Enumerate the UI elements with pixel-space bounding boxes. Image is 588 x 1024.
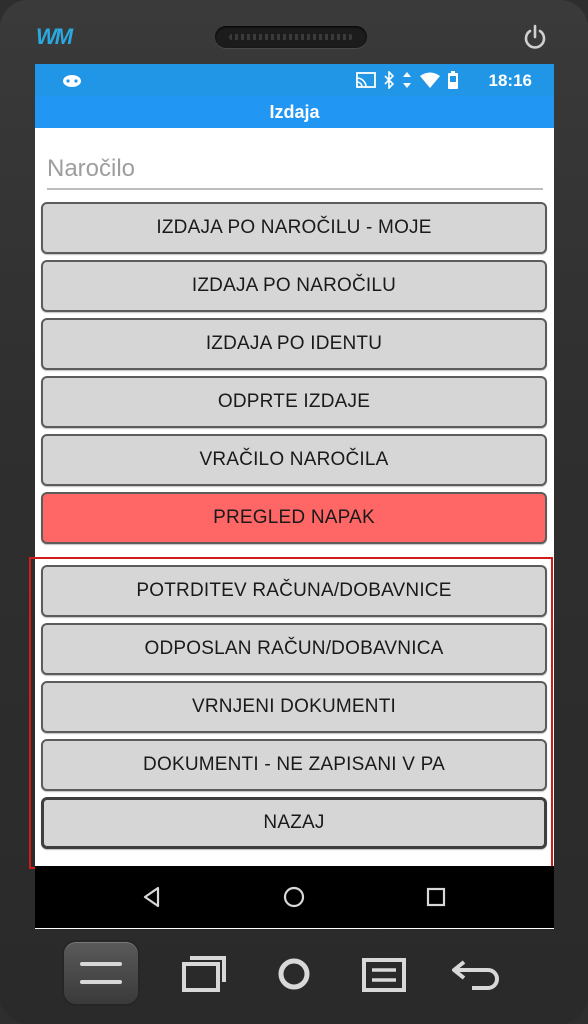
gamepad-icon [63,75,81,87]
highlight-box [29,557,553,869]
issue-by-order-mine-button[interactable]: IZDAJA PO NAROČILU - MOJE [41,202,547,254]
error-review-button[interactable]: PREGLED NAPAK [41,492,547,544]
status-bar: 18:16 [35,64,554,96]
recents-square-icon[interactable] [423,884,449,910]
data-arrows-icon [403,72,411,88]
order-return-button[interactable]: VRAČILO NAROČILA [41,434,547,486]
power-icon[interactable] [520,22,550,52]
app-bar-title: Izdaja [35,96,554,128]
list-icon[interactable] [356,948,412,1000]
system-nav-bar [35,866,554,928]
issue-by-order-button[interactable]: IZDAJA PO NAROČILU [41,260,547,312]
back-triangle-icon[interactable] [139,884,165,910]
order-number-input[interactable] [47,150,543,190]
issue-by-ident-button[interactable]: IZDAJA PO IDENTU [41,318,547,370]
wifi-icon [420,72,440,88]
open-issues-button[interactable]: ODPRTE IZDAJE [41,376,547,428]
hardware-menu-button[interactable] [62,940,140,1006]
home-circle-icon[interactable] [281,884,307,910]
home-icon[interactable] [268,948,320,1000]
status-icons [356,71,458,89]
speaker-grille [215,26,367,48]
brand-logo: WM [36,24,73,49]
menu-lines-icon [80,962,122,984]
return-icon[interactable] [446,948,506,1000]
cast-icon [356,72,376,88]
status-time: 18:16 [488,71,532,90]
bluetooth-icon [384,71,394,89]
battery-icon [448,71,458,89]
windows-icon[interactable] [170,948,230,1000]
